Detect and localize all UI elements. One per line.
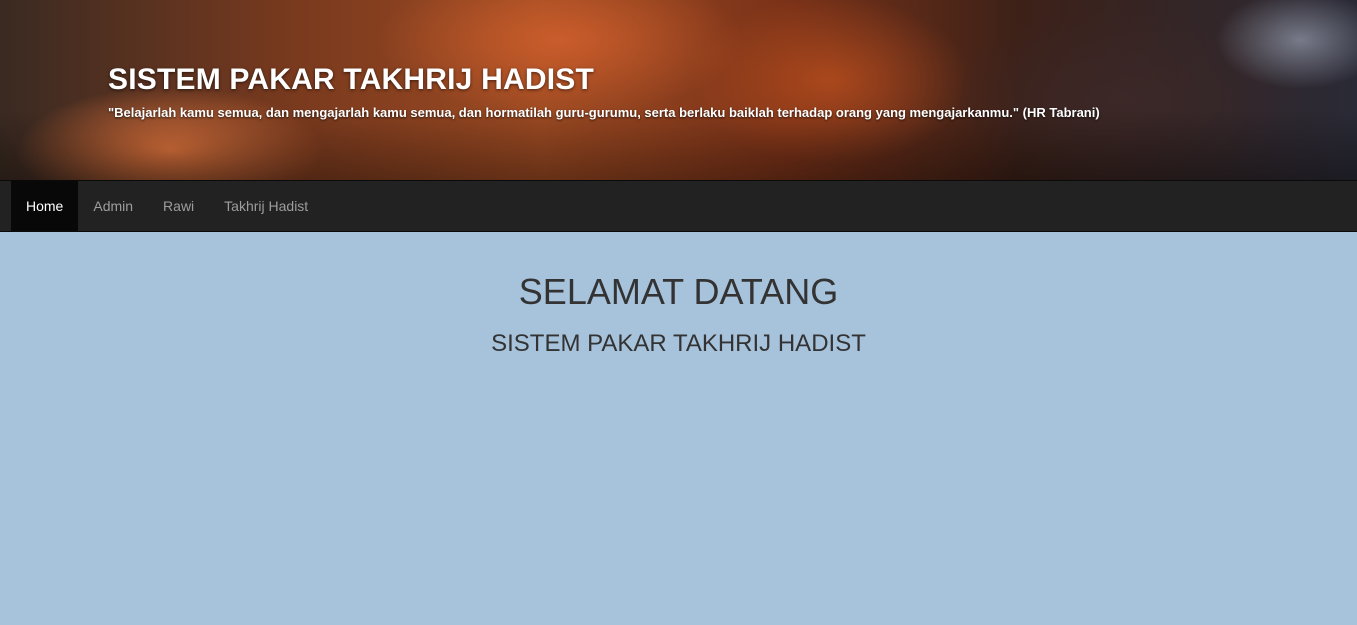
nav-item-takhrij-hadist[interactable]: Takhrij Hadist xyxy=(209,181,323,231)
nav-item-home[interactable]: Home xyxy=(11,181,79,231)
site-title[interactable]: SISTEM PAKAR TAKHRIJ HADIST xyxy=(108,62,1100,98)
nav-item-rawi[interactable]: Rawi xyxy=(148,181,209,231)
main-content: SELAMAT DATANG SISTEM PAKAR TAKHRIJ HADI… xyxy=(0,272,1357,358)
header-content: SISTEM PAKAR TAKHRIJ HADIST "Belajarlah … xyxy=(108,62,1100,121)
welcome-subheading: SISTEM PAKAR TAKHRIJ HADIST xyxy=(491,330,866,357)
welcome-heading: SELAMAT DATANG xyxy=(518,271,839,312)
nav-item-admin[interactable]: Admin xyxy=(78,181,148,231)
site-quote: "Belajarlah kamu semua, dan mengajarlah … xyxy=(108,105,1100,120)
header-banner: SISTEM PAKAR TAKHRIJ HADIST "Belajarlah … xyxy=(0,0,1357,180)
main-navbar: Home Admin Rawi Takhrij Hadist xyxy=(0,180,1357,232)
